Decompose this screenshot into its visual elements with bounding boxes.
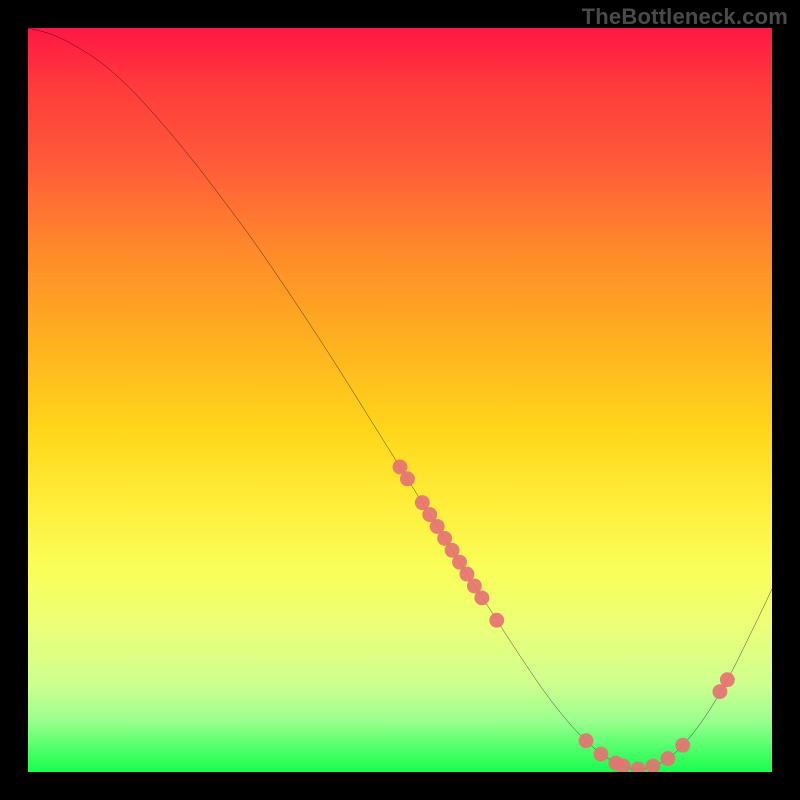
- data-point: [579, 733, 594, 748]
- data-point: [646, 759, 661, 772]
- data-point: [489, 613, 504, 628]
- data-point: [720, 672, 735, 687]
- data-point: [400, 471, 415, 486]
- data-point: [474, 590, 489, 605]
- plot-area: [28, 28, 772, 772]
- curve-svg: [28, 28, 772, 772]
- data-point: [593, 747, 608, 762]
- data-point: [675, 738, 690, 753]
- data-point: [660, 751, 675, 766]
- bottleneck-curve: [28, 28, 772, 769]
- watermark-text: TheBottleneck.com: [582, 4, 788, 30]
- data-point: [631, 762, 646, 772]
- chart-frame: TheBottleneck.com: [0, 0, 800, 800]
- data-points: [393, 460, 735, 772]
